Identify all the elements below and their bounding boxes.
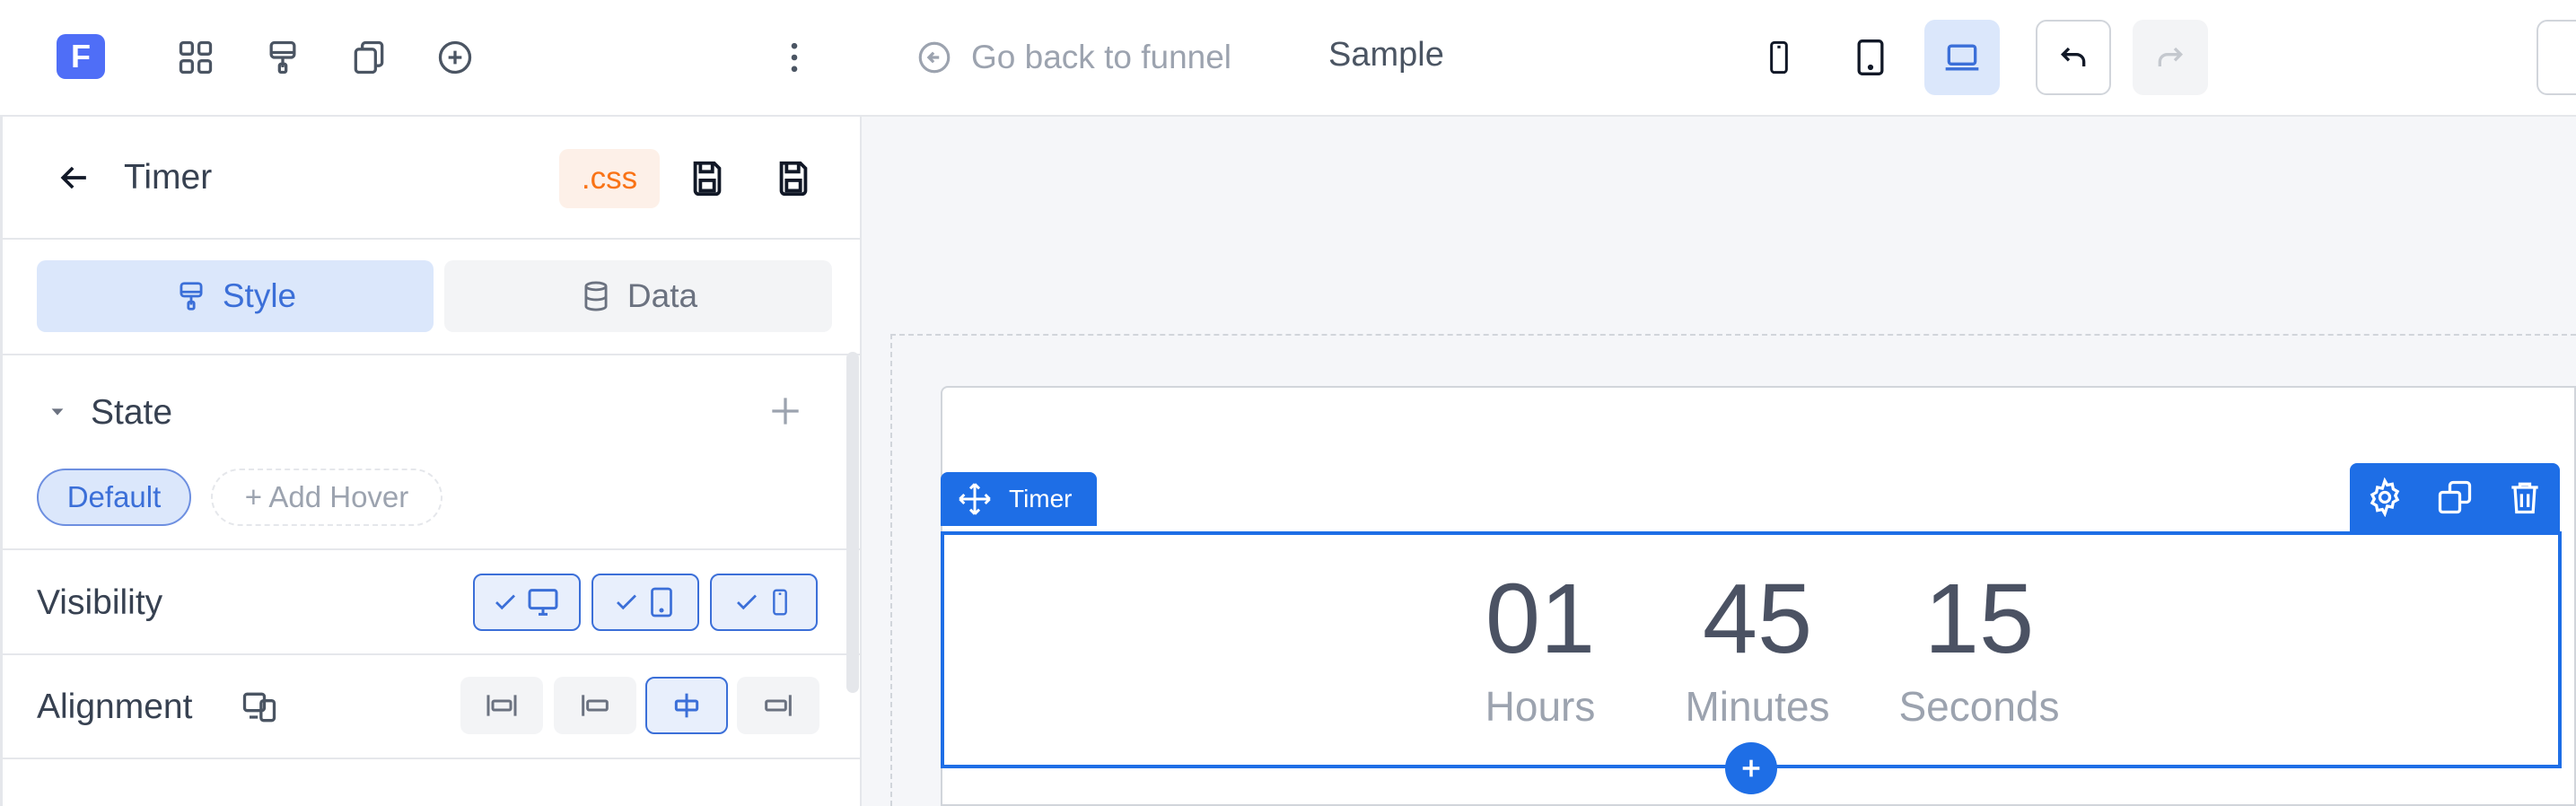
tablet-icon	[1851, 36, 1890, 79]
more-vertical-icon[interactable]	[769, 32, 819, 83]
align-right-button[interactable]	[737, 677, 819, 734]
preview-button[interactable]	[2537, 20, 2576, 95]
go-back-link[interactable]: Go back to funnel	[916, 34, 1231, 81]
database-icon	[579, 279, 613, 313]
responsive-devices-icon[interactable]	[240, 688, 279, 727]
divider	[3, 238, 862, 240]
visibility-label: Visibility	[37, 583, 163, 622]
caret-down-icon[interactable]	[48, 402, 67, 422]
check-icon	[733, 589, 760, 616]
state-label: State	[91, 393, 173, 432]
tab-style[interactable]: Style	[37, 260, 434, 332]
plus-icon	[1737, 754, 1766, 783]
tab-data[interactable]: Data	[444, 260, 832, 332]
paint-brush-icon	[174, 279, 208, 313]
divider	[3, 354, 862, 355]
timer-minutes-value: 45	[1702, 564, 1813, 674]
alignment-label: Alignment	[37, 688, 193, 726]
timer-seconds-label: Seconds	[1898, 683, 2060, 730]
align-center-icon	[665, 688, 708, 723]
timer-seconds-value: 15	[1923, 564, 2035, 674]
pages-copy-icon[interactable]	[344, 32, 394, 83]
visibility-tablet-toggle[interactable]	[591, 574, 699, 631]
divider	[3, 548, 862, 550]
visibility-desktop-toggle[interactable]	[473, 574, 581, 631]
css-button[interactable]: .css	[559, 149, 660, 208]
panel-title: Timer	[124, 158, 213, 197]
save-icon[interactable]	[687, 158, 728, 199]
add-circle-icon[interactable]	[430, 32, 480, 83]
properties-panel: Timer .css Style Data State Default + Ad…	[0, 117, 862, 806]
trash-icon[interactable]	[2505, 477, 2545, 517]
desktop-view-button[interactable]	[1924, 20, 2000, 95]
align-center-button[interactable]	[645, 677, 728, 734]
redo-button[interactable]	[2133, 20, 2208, 95]
top-toolbar: F Go back to funnel Sample	[0, 0, 2576, 117]
redo-icon	[2152, 39, 2188, 75]
align-left-icon	[574, 688, 617, 723]
tab-data-label: Data	[626, 277, 698, 314]
element-tools	[2350, 463, 2560, 531]
move-icon[interactable]	[957, 481, 993, 517]
undo-icon	[2055, 39, 2091, 75]
visibility-mobile-toggle[interactable]	[710, 574, 818, 631]
gear-icon[interactable]	[2365, 477, 2405, 517]
phone-icon	[766, 584, 794, 620]
timer-hours-label: Hours	[1485, 683, 1596, 730]
tablet-view-button[interactable]	[1833, 20, 1908, 95]
save-as-icon[interactable]	[773, 158, 814, 199]
check-icon	[613, 589, 640, 616]
timer-minutes-label: Minutes	[1685, 683, 1830, 730]
back-arrow-icon[interactable]	[55, 158, 94, 197]
monitor-icon	[524, 584, 562, 620]
tab-style-label: Style	[222, 277, 297, 314]
state-default-chip[interactable]: Default	[37, 469, 191, 526]
align-right-icon	[757, 688, 800, 723]
app-logo[interactable]: F	[57, 34, 105, 79]
paint-brush-icon[interactable]	[258, 32, 308, 83]
align-full-icon	[480, 688, 523, 723]
duplicate-icon[interactable]	[2435, 477, 2475, 517]
arrow-left-circle-icon	[916, 39, 953, 76]
timer-hours: 01 Hours	[1441, 556, 1639, 731]
timer-seconds: 15 Seconds	[1880, 556, 2078, 731]
mobile-view-button[interactable]	[1741, 20, 1817, 95]
timer-hours-value: 01	[1485, 564, 1596, 674]
undo-button[interactable]	[2036, 20, 2111, 95]
phone-icon	[1761, 36, 1797, 79]
elements-grid-icon[interactable]	[171, 32, 221, 83]
page-title: Sample	[1328, 36, 1444, 74]
divider	[3, 758, 862, 759]
laptop-icon	[1941, 38, 1984, 77]
check-icon	[492, 589, 519, 616]
go-back-label: Go back to funnel	[971, 39, 1232, 75]
add-hover-chip[interactable]: + Add Hover	[211, 469, 442, 526]
add-element-button[interactable]	[1725, 742, 1777, 794]
panel-scrollbar[interactable]	[846, 352, 859, 693]
plus-icon[interactable]	[766, 391, 805, 431]
align-left-button[interactable]	[554, 677, 636, 734]
divider	[3, 653, 862, 655]
element-tag-label: Timer	[1009, 485, 1073, 513]
element-tag[interactable]: Timer	[941, 472, 1097, 526]
align-full-button[interactable]	[460, 677, 543, 734]
tablet-icon	[645, 584, 678, 620]
timer-minutes: 45 Minutes	[1659, 556, 1856, 731]
